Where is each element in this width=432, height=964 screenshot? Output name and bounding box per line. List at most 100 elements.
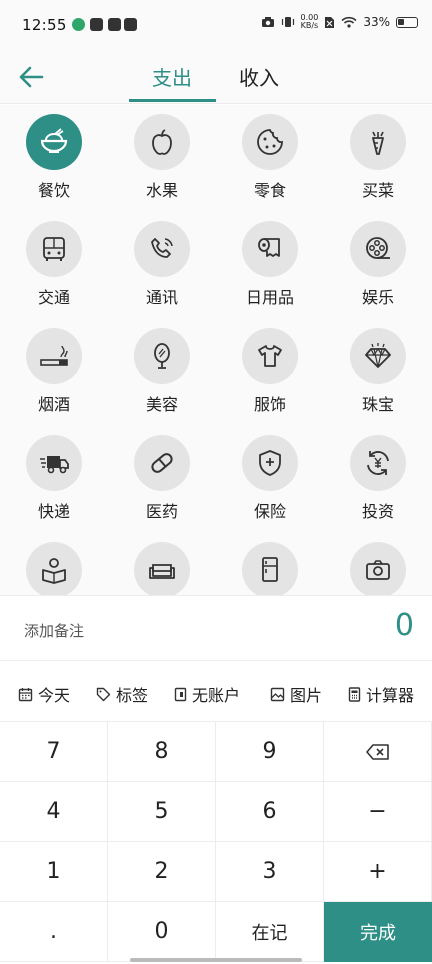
key-8[interactable]: 8	[108, 722, 216, 782]
pill-icon	[151, 453, 173, 473]
notification-app-icon	[108, 18, 121, 31]
note-input[interactable]: 添加备注	[24, 620, 84, 641]
date-option[interactable]: 今天	[18, 682, 70, 706]
category-medicine[interactable]: 医药	[108, 426, 216, 533]
category-clothing[interactable]: 服饰	[216, 319, 324, 426]
category-snacks[interactable]: 零食	[216, 105, 324, 212]
category-furniture[interactable]	[108, 533, 216, 595]
home-indicator[interactable]	[130, 958, 302, 962]
key-6[interactable]: 6	[216, 782, 324, 842]
cookie-icon	[257, 129, 283, 155]
camera-icon	[366, 560, 390, 580]
category-jewelry[interactable]: 珠宝	[324, 319, 432, 426]
battery-percent: 33%	[363, 15, 390, 29]
top-bar: 支出 收入	[0, 50, 432, 104]
calendar-icon	[18, 687, 33, 701]
toilet-paper-icon	[258, 238, 280, 257]
key-3[interactable]: 3	[216, 842, 324, 902]
plus-key[interactable]: +	[324, 842, 432, 902]
notification-app-icon	[72, 18, 85, 31]
network-speed: 0.00 KB/s	[300, 13, 319, 30]
category-label: 零食	[253, 181, 286, 200]
film-reel-icon	[366, 237, 390, 259]
back-button[interactable]	[14, 60, 48, 94]
tag-icon	[96, 687, 111, 701]
key-2[interactable]: 2	[108, 842, 216, 902]
wallet-icon	[174, 687, 187, 701]
notification-app-icon	[90, 18, 103, 31]
key-4[interactable]: 4	[0, 782, 108, 842]
image-option[interactable]: 图片	[270, 682, 322, 706]
notification-app-icon	[124, 18, 137, 31]
shield-plus-icon	[259, 450, 281, 476]
number-keypad: 7 8 9 4 5 6 − 1 2 3 + . 0 在记 完成	[0, 722, 432, 964]
category-label: 交通	[37, 288, 70, 307]
phone-icon	[151, 238, 173, 258]
diamond-icon	[365, 343, 391, 368]
rice-bowl-icon	[40, 128, 68, 153]
minus-key[interactable]: −	[324, 782, 432, 842]
cigarette-icon	[40, 345, 68, 366]
category-label: 烟酒	[37, 395, 70, 414]
category-label: 餐饮	[37, 181, 70, 200]
tshirt-icon	[258, 345, 282, 367]
backspace-icon	[365, 743, 389, 760]
category-investment[interactable]: 投资	[324, 426, 432, 533]
key-9[interactable]: 9	[216, 722, 324, 782]
date-option-label: 今天	[38, 686, 71, 705]
category-tobacco-alcohol[interactable]: 烟酒	[0, 319, 108, 426]
category-insurance[interactable]: 保险	[216, 426, 324, 533]
category-label: 日用品	[245, 288, 294, 307]
account-option-label: 无账户	[192, 686, 241, 705]
status-time: 12:55	[22, 16, 67, 34]
account-option[interactable]: 无账户	[174, 682, 240, 706]
image-icon	[270, 687, 285, 701]
key-1[interactable]: 1	[0, 842, 108, 902]
calculator-icon	[348, 686, 361, 702]
category-communication[interactable]: 通讯	[108, 212, 216, 319]
key-7[interactable]: 7	[0, 722, 108, 782]
tab-expense[interactable]: 支出	[129, 62, 215, 102]
status-bar: 12:55 0.00 KB/s 33%	[0, 0, 432, 50]
category-transport[interactable]: 交通	[0, 212, 108, 319]
active-tab-indicator	[129, 99, 216, 102]
category-label: 珠宝	[361, 395, 394, 414]
tab-income[interactable]: 收入	[216, 62, 302, 102]
entry-options-bar: 今天 标签 无账户 图片 计算器	[0, 662, 432, 722]
category-grid: 餐饮 水果 零食 买菜 交通 通讯 日用品 娱乐 烟酒 美容 服饰 珠宝 快递 …	[0, 105, 432, 595]
calculator-option[interactable]: 计算器	[348, 682, 414, 706]
category-photography[interactable]	[324, 533, 432, 595]
category-label: 服饰	[253, 395, 286, 414]
battery-icon	[396, 16, 418, 28]
apple-icon	[152, 129, 172, 155]
category-entertainment[interactable]: 娱乐	[324, 212, 432, 319]
category-fruit[interactable]: 水果	[108, 105, 216, 212]
backspace-key[interactable]	[324, 722, 432, 782]
wifi-icon	[341, 16, 357, 28]
done-button[interactable]: 完成	[324, 902, 432, 962]
category-beauty[interactable]: 美容	[108, 319, 216, 426]
camera-status-icon	[261, 17, 274, 27]
category-label: 投资	[361, 502, 394, 521]
decimal-key[interactable]: .	[0, 902, 108, 962]
category-label: 医药	[145, 502, 178, 521]
vibrate-icon	[281, 17, 294, 27]
category-education[interactable]	[0, 533, 108, 595]
note-amount-bar: 添加备注 0	[0, 595, 432, 661]
category-express[interactable]: 快递	[0, 426, 108, 533]
sofa-icon	[149, 564, 175, 579]
tag-option[interactable]: 标签	[96, 682, 148, 706]
carrot-icon	[372, 131, 384, 155]
category-daily-goods[interactable]: 日用品	[216, 212, 324, 319]
record-again-key[interactable]: 在记	[216, 902, 324, 962]
category-label: 水果	[145, 181, 178, 200]
category-groceries[interactable]: 买菜	[324, 105, 432, 212]
key-5[interactable]: 5	[108, 782, 216, 842]
category-dining[interactable]: 餐饮	[0, 105, 108, 212]
key-0[interactable]: 0	[108, 902, 216, 962]
category-label: 买菜	[361, 181, 394, 200]
category-label: 通讯	[145, 288, 178, 307]
refrigerator-icon	[262, 557, 278, 582]
category-appliances[interactable]	[216, 533, 324, 595]
amount-display: 0	[394, 608, 414, 643]
